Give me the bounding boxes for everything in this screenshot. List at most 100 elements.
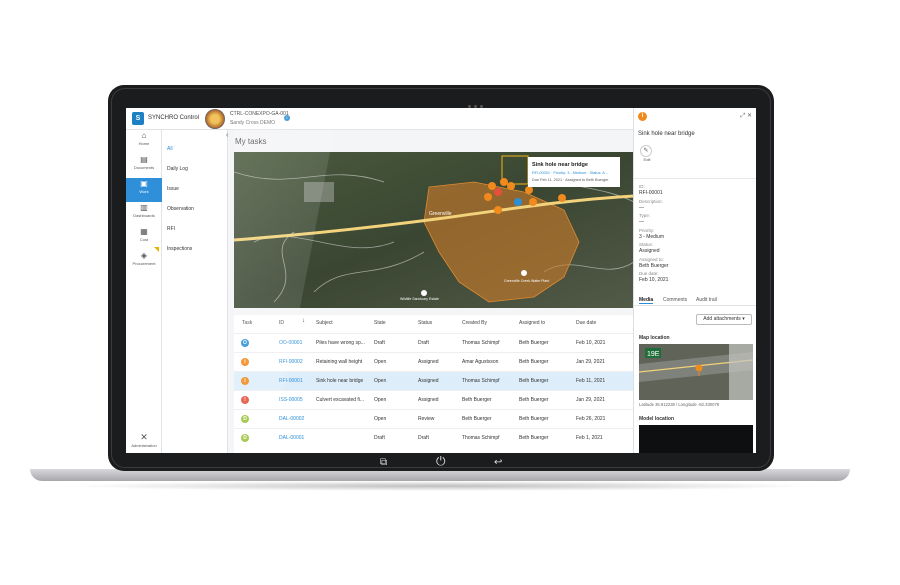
- subnav-item-all[interactable]: All: [167, 146, 173, 152]
- table-row[interactable]: ! ISS-00005 Culvert excavated fi... Open Ass…: [234, 390, 634, 409]
- main-content: My tasks Sink hole near bridge RFI-00001…: [228, 130, 634, 453]
- sort-arrow-icon[interactable]: ↓: [302, 318, 305, 324]
- cell-status: Assigned: [418, 378, 439, 384]
- subnav-item-rfi[interactable]: RFI: [167, 226, 175, 232]
- nav-label: Cost: [139, 237, 149, 242]
- nav-item-home[interactable]: ⌂ Home: [126, 130, 162, 154]
- popup-title: Sink hole near bridge: [532, 162, 588, 168]
- cell-state: Open: [374, 397, 387, 403]
- map-location-label: Map location: [639, 335, 670, 341]
- subnav-item-observation[interactable]: Observation: [167, 206, 194, 212]
- col-header-subject[interactable]: Subject: [316, 320, 333, 326]
- field-label: Status:: [639, 242, 654, 247]
- project-name[interactable]: Sandy Cross DEMO: [230, 120, 275, 126]
- cell-state: Open: [374, 378, 387, 384]
- cell-assigned-to: Beth Buerger: [519, 435, 549, 441]
- cell-subject: Piles have wrong sp...: [316, 340, 365, 346]
- cell-due: Jan 29, 2021: [576, 397, 605, 403]
- table-row[interactable]: D DAL-00001 Draft Draft Thomas Schimpf Beth B…: [234, 428, 634, 447]
- map-canvas[interactable]: Sink hole near bridge RFI-00001 · Priori…: [234, 152, 634, 308]
- tab-media[interactable]: Media: [639, 297, 654, 304]
- cell-status: Review: [418, 416, 435, 422]
- cell-state: Open: [374, 359, 387, 365]
- model-location-viewer[interactable]: [639, 425, 753, 453]
- back-icon[interactable]: ↩: [494, 457, 502, 469]
- cell-id[interactable]: DAL-00002: [279, 416, 304, 422]
- cell-assigned-to: Beth Buerger: [519, 340, 549, 346]
- task-type-icon: !: [241, 396, 249, 404]
- add-attachments-button[interactable]: Add attachments ▾: [696, 314, 752, 325]
- table-row[interactable]: D DAL-00002 Open Review Beth Buerger Beth Bue…: [234, 409, 634, 428]
- field-label: Due date:: [639, 271, 659, 276]
- cell-assigned-to: Beth Buerger: [519, 416, 549, 422]
- cell-status: Assigned: [418, 397, 439, 403]
- page-title: My tasks: [235, 137, 267, 146]
- nav-item-administration[interactable]: ✕ Administration: [126, 432, 162, 449]
- map-label-plant: Greenville Creek Water Plant: [504, 279, 549, 283]
- cell-due: Jan 29, 2021: [576, 359, 605, 365]
- map-view[interactable]: Sink hole near bridge RFI-00001 · Priori…: [234, 152, 634, 308]
- place-marker-icon: [421, 290, 427, 296]
- nav-item-procurement[interactable]: ◈ Procurement: [126, 250, 162, 274]
- task-type-icon: D: [241, 434, 249, 442]
- table-row[interactable]: O OO-00001 Piles have wrong sp... Draft Draf…: [234, 333, 634, 352]
- table-row[interactable]: i RFI-00002 Retaining wall height Open Assig…: [234, 352, 634, 371]
- map-label-town: Greenville: [429, 211, 452, 217]
- cell-due: Feb 11, 2021: [576, 378, 606, 384]
- laptop-shadow: [60, 481, 820, 491]
- left-nav: ⌂ Home ▤ Documents ▣ Work ▥ Dashboards ▦…: [126, 130, 162, 453]
- subnav-item-daily-log[interactable]: Daily Log: [167, 166, 188, 172]
- cell-id[interactable]: OO-00001: [279, 340, 302, 346]
- col-header-created-by[interactable]: Created By: [462, 320, 487, 326]
- table-row[interactable]: i RFI-00001 Sink hole near bridge Open Assig…: [234, 371, 634, 390]
- map-location-thumbnail[interactable]: 19E: [639, 344, 753, 400]
- subnav-item-inspections[interactable]: Inspections: [167, 246, 192, 252]
- col-header-id[interactable]: ID: [279, 320, 284, 326]
- tab-audit-trail[interactable]: Audit trail: [696, 297, 717, 303]
- project-code[interactable]: CTRL-CONEXPO-GA-001: [230, 111, 289, 117]
- cell-id[interactable]: RFI-00002: [279, 359, 303, 365]
- bar-chart-icon: ▥: [140, 203, 148, 212]
- app-title: SYNCHRO Control: [148, 115, 200, 121]
- info-icon[interactable]: i: [284, 115, 290, 121]
- col-header-task[interactable]: Task: [242, 320, 252, 326]
- edit-label: Edit: [643, 157, 651, 162]
- cell-created-by: Thomas Schimpf: [462, 340, 500, 346]
- nav-item-work[interactable]: ▣ Work: [126, 178, 162, 202]
- expand-icon[interactable]: ⤢: [740, 113, 745, 119]
- field-value: RFI-00001: [639, 190, 663, 196]
- field-label: Priority:: [639, 227, 655, 233]
- subnav-item-issue[interactable]: Issue: [167, 186, 179, 192]
- map-label-estate: Wildlife Sanctuary Estate: [400, 297, 439, 301]
- synchro-logo-icon[interactable]: S: [132, 112, 144, 125]
- col-header-status[interactable]: Status: [418, 320, 432, 326]
- col-header-state[interactable]: State: [374, 320, 386, 326]
- briefcase-icon: ▣: [140, 179, 148, 188]
- cell-created-by: Thomas Schimpf: [462, 435, 500, 441]
- col-header-assigned-to[interactable]: Assigned to: [519, 320, 545, 326]
- nav-item-dashboards[interactable]: ▥ Dashboards: [126, 202, 162, 226]
- panel-tabs: Media Comments Audit trail: [634, 294, 756, 306]
- field-value: —: [639, 219, 644, 225]
- col-header-due-date[interactable]: Due date: [576, 320, 596, 326]
- cell-id[interactable]: DAL-00001: [279, 435, 304, 441]
- popup-line-1: RFI-00001 · Priority: 3 - Medium · Statu…: [532, 171, 608, 175]
- model-location-label: Model location: [639, 416, 674, 422]
- recent-apps-icon[interactable]: ⧉: [380, 457, 387, 469]
- nav-item-documents[interactable]: ▤ Documents: [126, 154, 162, 178]
- cell-id[interactable]: ISS-00005: [279, 397, 303, 403]
- close-icon[interactable]: ✕: [747, 113, 752, 119]
- cell-assigned-to: Beth Buerger: [519, 359, 549, 365]
- power-icon[interactable]: ⏻: [436, 455, 446, 467]
- laptop-bottom-bar: ⧉ ⏻ ↩: [114, 455, 768, 471]
- cell-due: Feb 10, 2021: [576, 340, 606, 346]
- divider: [634, 178, 756, 179]
- tab-comments[interactable]: Comments: [663, 297, 687, 303]
- cell-status: Draft: [418, 340, 429, 346]
- edit-button[interactable]: ✎ Edit: [640, 145, 654, 163]
- project-logo-icon[interactable]: [205, 109, 225, 129]
- home-icon: ⌂: [141, 131, 147, 140]
- field-value: —: [639, 204, 644, 211]
- field-value: 3 - Medium: [639, 233, 665, 240]
- cell-id[interactable]: RFI-00001: [279, 378, 303, 384]
